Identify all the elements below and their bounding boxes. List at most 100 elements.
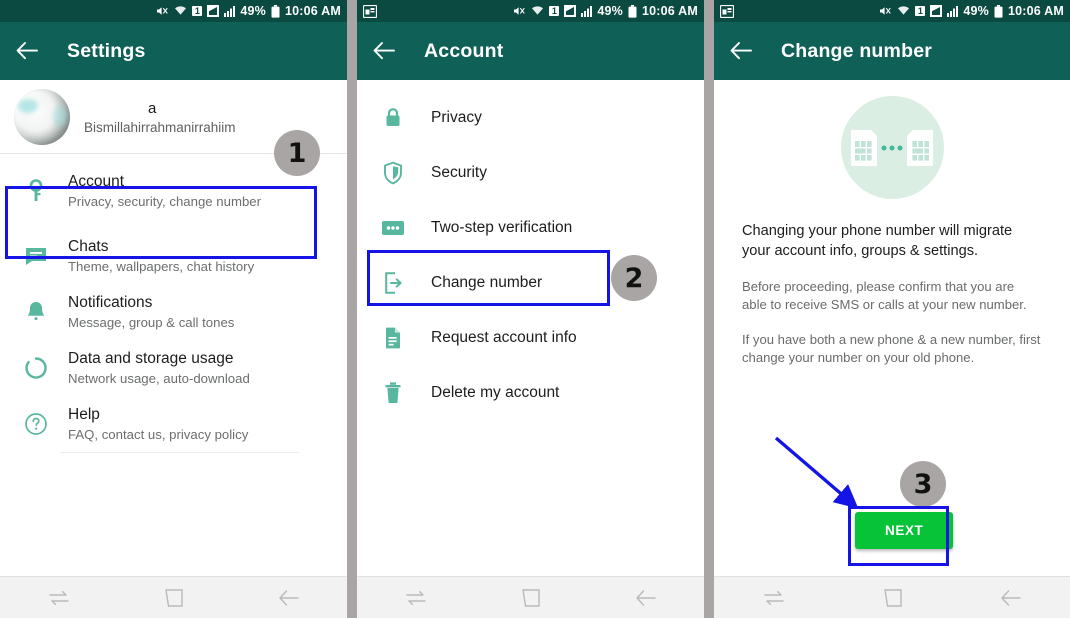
- mute-icon: [156, 5, 169, 17]
- settings-item-notifications[interactable]: Notifications Message, group & call tone…: [0, 284, 347, 340]
- annotation-number-3: 3: [900, 461, 946, 507]
- recents-icon[interactable]: [404, 590, 428, 606]
- signal-1-icon: [930, 5, 943, 17]
- bell-icon: [14, 300, 58, 324]
- back-arrow-icon[interactable]: [730, 42, 764, 60]
- account-item-title: Change number: [431, 273, 543, 291]
- account-item-security[interactable]: Security: [357, 145, 704, 200]
- clock-label: 10:06 AM: [641, 4, 698, 18]
- signal-1-icon: [207, 5, 220, 17]
- settings-item-subtitle: Privacy, security, change number: [68, 193, 262, 209]
- recents-icon[interactable]: [762, 590, 786, 606]
- settings-item-texts: Data and storage usage Network usage, au…: [68, 349, 250, 388]
- home-icon[interactable]: [883, 588, 903, 608]
- status-bar-left: [362, 4, 513, 18]
- screenshot-icon: [362, 4, 378, 18]
- android-nav-bar: [714, 576, 1070, 618]
- settings-item-texts: Chats Theme, wallpapers, chat history: [68, 237, 254, 276]
- profile-name: a: [84, 99, 236, 118]
- annotation-number-2: 2: [611, 255, 657, 301]
- data-usage-icon: [14, 356, 58, 380]
- settings-item-texts: Account Privacy, security, change number: [68, 172, 261, 211]
- recents-icon[interactable]: [47, 590, 71, 606]
- page-title: Settings: [67, 39, 146, 62]
- settings-item-title: Account: [68, 172, 125, 190]
- status-bar-left: [719, 4, 879, 18]
- home-icon[interactable]: [521, 588, 541, 608]
- battery-icon: [628, 4, 637, 18]
- settings-item-texts: Notifications Message, group & call tone…: [68, 293, 234, 332]
- status-bar-right: 1 49% 10:06 AM: [879, 4, 1064, 18]
- next-button[interactable]: NEXT: [855, 512, 954, 549]
- screenshot-stage: 1 49% 10:06 AM Settings a Bismillahirrah…: [0, 0, 1070, 618]
- settings-item-data-storage[interactable]: Data and storage usage Network usage, au…: [0, 340, 347, 396]
- profile-texts: a Bismillahirrahmanirrahiim: [84, 99, 236, 135]
- android-nav-bar: [0, 576, 347, 618]
- help-icon: [14, 412, 58, 436]
- hero-illustration-wrap: [714, 80, 1070, 199]
- settings-item-title: Data and storage usage: [68, 349, 234, 367]
- shield-icon: [371, 161, 415, 185]
- clock-label: 10:06 AM: [1007, 4, 1064, 18]
- settings-item-subtitle: Message, group & call tones: [68, 314, 235, 330]
- app-bar-account: Account: [357, 22, 704, 80]
- avatar[interactable]: [14, 88, 70, 145]
- settings-item-texts: Help FAQ, contact us, privacy policy: [68, 405, 248, 444]
- list-bottom-divider: [60, 452, 299, 453]
- wifi-icon: [531, 5, 544, 17]
- status-bar-right: 1 49% 10:06 AM: [156, 4, 341, 18]
- battery-icon: [994, 4, 1003, 18]
- change-number-lead: Changing your phone number will migrate …: [742, 223, 1013, 259]
- account-item-delete-account[interactable]: Delete my account: [357, 365, 704, 420]
- signal-1-icon: [564, 5, 577, 17]
- settings-item-help[interactable]: Help FAQ, contact us, privacy policy: [0, 396, 347, 452]
- settings-item-subtitle: Network usage, auto-download: [68, 370, 250, 386]
- signal-2-icon: [581, 5, 593, 17]
- lock-icon: [371, 106, 415, 130]
- panel-account: 1 49% 10:06 AM Account Privacy Security …: [357, 0, 704, 618]
- next-button-wrap: NEXT: [855, 512, 954, 549]
- signal-2-icon: [224, 5, 236, 17]
- key-icon: [14, 179, 58, 203]
- annotation-number-1: 1: [274, 130, 320, 176]
- back-icon[interactable]: [1000, 589, 1022, 607]
- sim-badge-icon: 1: [192, 6, 203, 16]
- annotation-arrow: [774, 436, 859, 509]
- two-step-icon: [371, 219, 415, 237]
- page-title: Account: [424, 39, 504, 62]
- wifi-icon: [174, 5, 187, 17]
- back-icon[interactable]: [278, 589, 300, 607]
- home-icon[interactable]: [164, 588, 184, 608]
- account-item-title: Security: [431, 163, 487, 181]
- status-bar-right: 1 49% 10:06 AM: [513, 4, 698, 18]
- account-item-two-step[interactable]: Two-step verification: [357, 200, 704, 255]
- battery-percent-label: 49%: [963, 4, 989, 18]
- back-arrow-icon[interactable]: [373, 42, 407, 60]
- profile-name-visible: a: [148, 99, 157, 117]
- battery-percent-label: 49%: [597, 4, 623, 18]
- back-arrow-icon[interactable]: [16, 42, 50, 60]
- settings-item-title: Chats: [68, 237, 109, 255]
- profile-status: Bismillahirrahmanirrahiim: [84, 119, 236, 135]
- sim-swap-illustration: [840, 96, 944, 199]
- screenshot-icon: [719, 4, 735, 18]
- settings-item-title: Help: [68, 405, 100, 423]
- settings-list: Account Privacy, security, change number…: [0, 154, 347, 453]
- app-bar-settings: Settings: [0, 22, 347, 80]
- settings-item-chats[interactable]: Chats Theme, wallpapers, chat history: [0, 228, 347, 284]
- account-list: Privacy Security Two-step verification C…: [357, 90, 704, 420]
- panel-gap-2: [704, 0, 714, 618]
- status-bar-panel3: 1 49% 10:06 AM: [714, 0, 1070, 22]
- trash-icon: [371, 381, 415, 405]
- account-item-privacy[interactable]: Privacy: [357, 90, 704, 145]
- account-item-request-info[interactable]: Request account info: [357, 310, 704, 365]
- mute-icon: [879, 5, 892, 17]
- change-number-body: Changing your phone number will migrate …: [714, 221, 1070, 367]
- list-top-spacer: [357, 80, 704, 90]
- sim-badge-icon: 1: [915, 6, 926, 16]
- account-item-title: Two-step verification: [431, 218, 573, 236]
- status-bar-panel1: 1 49% 10:06 AM: [0, 0, 347, 22]
- settings-item-subtitle: FAQ, contact us, privacy policy: [68, 426, 249, 442]
- change-number-para-1: Before proceeding, please confirm that y…: [742, 279, 1027, 312]
- back-icon[interactable]: [635, 589, 657, 607]
